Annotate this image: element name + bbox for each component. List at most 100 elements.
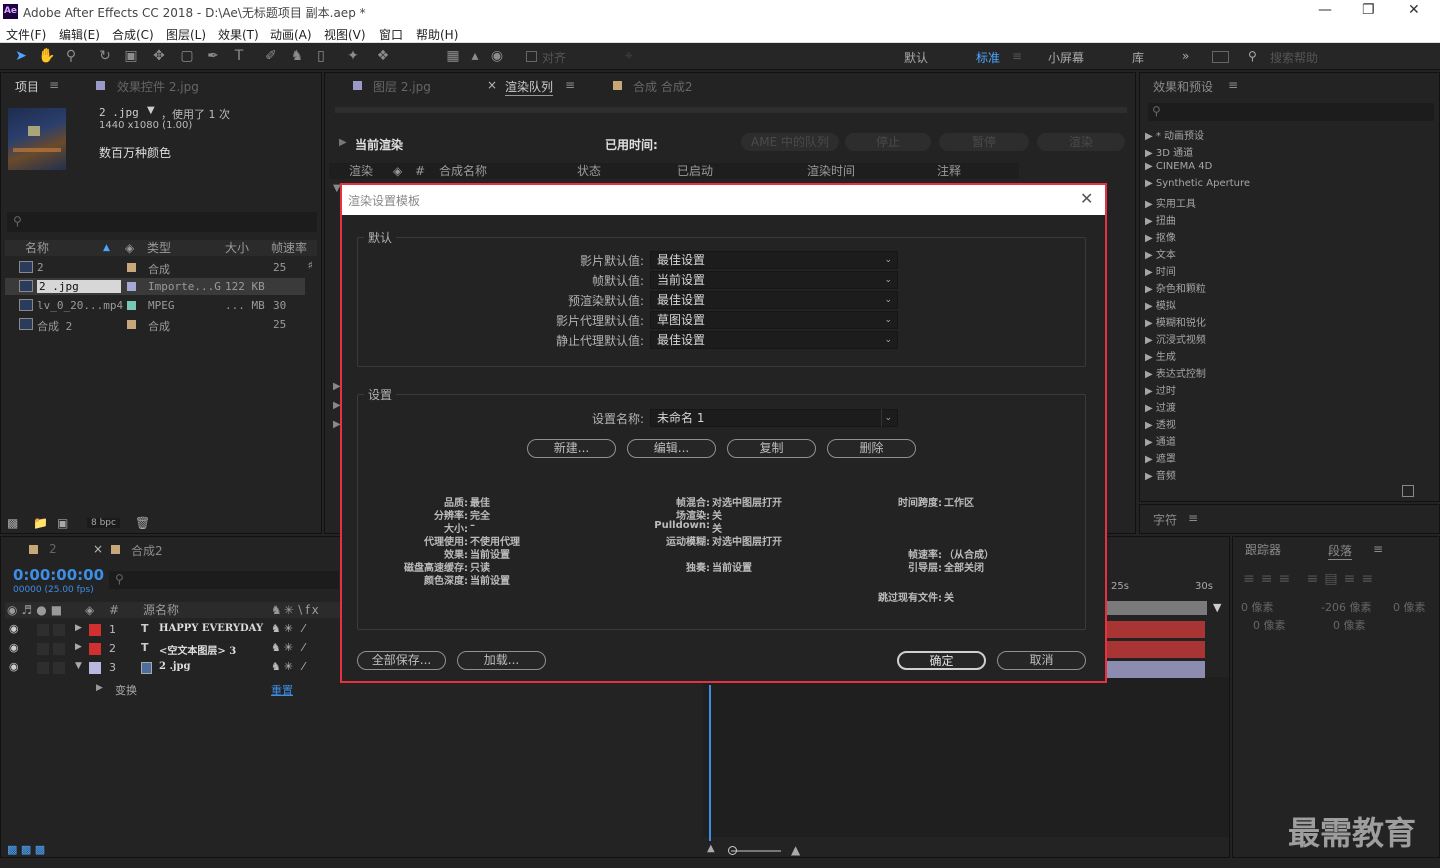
effect-category[interactable]: ▶ 杂色和颗粒: [1145, 280, 1206, 295]
effect-category[interactable]: ▶ 过渡: [1145, 399, 1176, 414]
flowchart-icon[interactable]: ♯: [307, 259, 314, 272]
minimize-icon[interactable]: —: [1318, 2, 1332, 18]
pause-button[interactable]: 暂停: [939, 133, 1029, 151]
layer-switches[interactable]: ♞✳ ⁄: [271, 660, 307, 673]
indent-left-field[interactable]: 0 像素: [1241, 599, 1274, 615]
lock-toggle[interactable]: [53, 643, 65, 655]
rotate-tool-icon[interactable]: ↻: [96, 47, 114, 65]
tab-close-icon[interactable]: ×: [487, 78, 497, 92]
tab-effect-controls[interactable]: 效果控件 2.jpg: [117, 78, 199, 95]
menu-effect[interactable]: 效果(T): [218, 26, 259, 43]
tab-effects-presets[interactable]: 效果和预设: [1153, 78, 1213, 95]
default-select[interactable]: 最佳设置 ⌄: [650, 331, 898, 349]
render-button[interactable]: 渲染: [1037, 133, 1125, 151]
solo-toggle[interactable]: [37, 662, 49, 674]
layer-switches[interactable]: ♞✳ ⁄: [271, 641, 307, 654]
ok-button[interactable]: 确定: [897, 651, 986, 670]
effects-search-input[interactable]: ⚲: [1148, 103, 1434, 121]
zoom-slider[interactable]: [731, 850, 781, 852]
zoom-out-icon[interactable]: ▲: [707, 843, 715, 854]
queue-in-ame-button[interactable]: AME 中的队列: [741, 133, 839, 151]
layer-row[interactable]: ◉ ▶ 2 T <空文本图层> 3 ♞✳ ⁄: [1, 640, 341, 659]
col-started[interactable]: 已启动: [677, 163, 713, 179]
tab-comp-2[interactable]: 2: [49, 542, 57, 556]
layer-switches[interactable]: ♞✳ ⁄: [271, 622, 307, 635]
col-render-time[interactable]: 渲染时间: [807, 163, 855, 179]
label-tag-icon[interactable]: ◈: [393, 163, 402, 179]
dialog-close-icon[interactable]: ✕: [1080, 189, 1093, 208]
panel-menu-icon[interactable]: ≡: [1228, 78, 1238, 92]
expand-arrow-icon[interactable]: ▶: [339, 137, 347, 148]
eye-icon[interactable]: ◉: [9, 641, 19, 654]
indent-first-field[interactable]: -206 像素: [1321, 599, 1371, 615]
effect-category[interactable]: ▶ 文本: [1145, 246, 1176, 261]
load-button[interactable]: 加载...: [457, 651, 546, 670]
effect-category[interactable]: ▶ 遮罩: [1145, 450, 1176, 465]
tab-comp-composition2[interactable]: 合成2: [131, 542, 163, 559]
workspace-library[interactable]: 库: [1132, 49, 1144, 66]
col-name[interactable]: 名称: [25, 240, 49, 256]
sync-settings-icon[interactable]: [1212, 51, 1229, 63]
close-icon[interactable]: ✕: [1408, 2, 1420, 18]
menu-view[interactable]: 视图(V): [324, 26, 366, 43]
effect-category[interactable]: ▶ 过时: [1145, 382, 1176, 397]
tab-render-queue[interactable]: 渲染队列: [505, 78, 554, 96]
view-axis-icon[interactable]: ◉: [488, 47, 506, 65]
eraser-tool-icon[interactable]: ▯: [312, 47, 330, 65]
col-number[interactable]: #: [415, 163, 425, 179]
layer-bar-2[interactable]: [1101, 641, 1205, 658]
project-row[interactable]: 2 合成 25 ♯: [5, 259, 314, 276]
delete-icon[interactable]: 🗑: [135, 516, 150, 530]
camera-tool-icon[interactable]: ▣: [122, 47, 140, 65]
space-before-field[interactable]: 0 像素: [1253, 617, 1286, 633]
workspace-default[interactable]: 默认: [904, 49, 928, 66]
workspace-menu-icon[interactable]: ≡: [1012, 49, 1022, 63]
pan-behind-tool-icon[interactable]: ✥: [150, 47, 168, 65]
work-area-bar[interactable]: [1101, 601, 1207, 615]
snap-option-icon[interactable]: ⌖: [620, 47, 638, 65]
panel-menu-icon[interactable]: ≡: [1188, 511, 1198, 525]
text-tool-icon[interactable]: T: [230, 47, 248, 65]
project-search-input[interactable]: ⚲: [7, 212, 317, 232]
label-color-swatch[interactable]: [89, 662, 101, 674]
effect-category[interactable]: ▶ 沉浸式视频: [1145, 331, 1206, 346]
bit-depth-button[interactable]: 8 bpc: [87, 518, 120, 528]
project-row[interactable]: 2 .jpg Importe...G 122 KB: [5, 278, 305, 295]
eye-icon[interactable]: ◉: [9, 660, 19, 673]
panel-menu-icon[interactable]: ≡: [1373, 542, 1383, 556]
expand-arrow-icon[interactable]: ▶: [75, 642, 82, 652]
edit-button[interactable]: 编辑...: [627, 439, 716, 458]
label-color-swatch[interactable]: [127, 282, 136, 291]
timecode-display[interactable]: 0:00:00:00: [13, 566, 104, 584]
workspace-standard[interactable]: 标准: [976, 49, 1000, 66]
label-color-swatch[interactable]: [89, 624, 101, 636]
col-status[interactable]: 状态: [577, 163, 601, 179]
lock-toggle[interactable]: [53, 662, 65, 674]
effect-category[interactable]: ▶ 3D 通道: [1145, 144, 1193, 159]
label-color-swatch[interactable]: [127, 320, 136, 329]
tab-project[interactable]: 项目: [15, 78, 39, 95]
solo-toggle[interactable]: [37, 624, 49, 636]
new-button[interactable]: 新建...: [527, 439, 616, 458]
effect-category[interactable]: ▶ CINEMA 4D: [1145, 161, 1212, 172]
work-area-end-icon[interactable]: ▼: [1213, 601, 1227, 615]
sort-ascending-icon[interactable]: ▲: [103, 240, 110, 256]
effect-category[interactable]: ▶ 通道: [1145, 433, 1176, 448]
zoom-in-icon[interactable]: ▲: [791, 843, 800, 857]
save-all-button[interactable]: 全部保存...: [357, 651, 446, 670]
world-axis-icon[interactable]: ▴: [466, 47, 484, 65]
eye-icon[interactable]: ◉: [9, 622, 19, 635]
col-size[interactable]: 大小: [225, 240, 249, 256]
panel-menu-icon[interactable]: ≡: [49, 78, 59, 92]
effect-category[interactable]: ▶ 模拟: [1145, 297, 1176, 312]
col-fps[interactable]: 帧速率: [271, 240, 307, 256]
transform-expand-icon[interactable]: ▶: [96, 683, 103, 693]
tab-tracker[interactable]: 跟踪器: [1245, 541, 1281, 558]
workspace-overflow-icon[interactable]: »: [1182, 49, 1189, 63]
new-composition-icon[interactable]: ▣: [57, 516, 68, 530]
timeline-footer-icons[interactable]: ▩ ▩ ▩: [7, 843, 45, 856]
stop-button[interactable]: 停止: [845, 133, 931, 151]
brush-tool-icon[interactable]: ✐: [262, 47, 280, 65]
layer-name[interactable]: 2 .jpg: [159, 661, 191, 672]
solo-toggle[interactable]: [37, 643, 49, 655]
